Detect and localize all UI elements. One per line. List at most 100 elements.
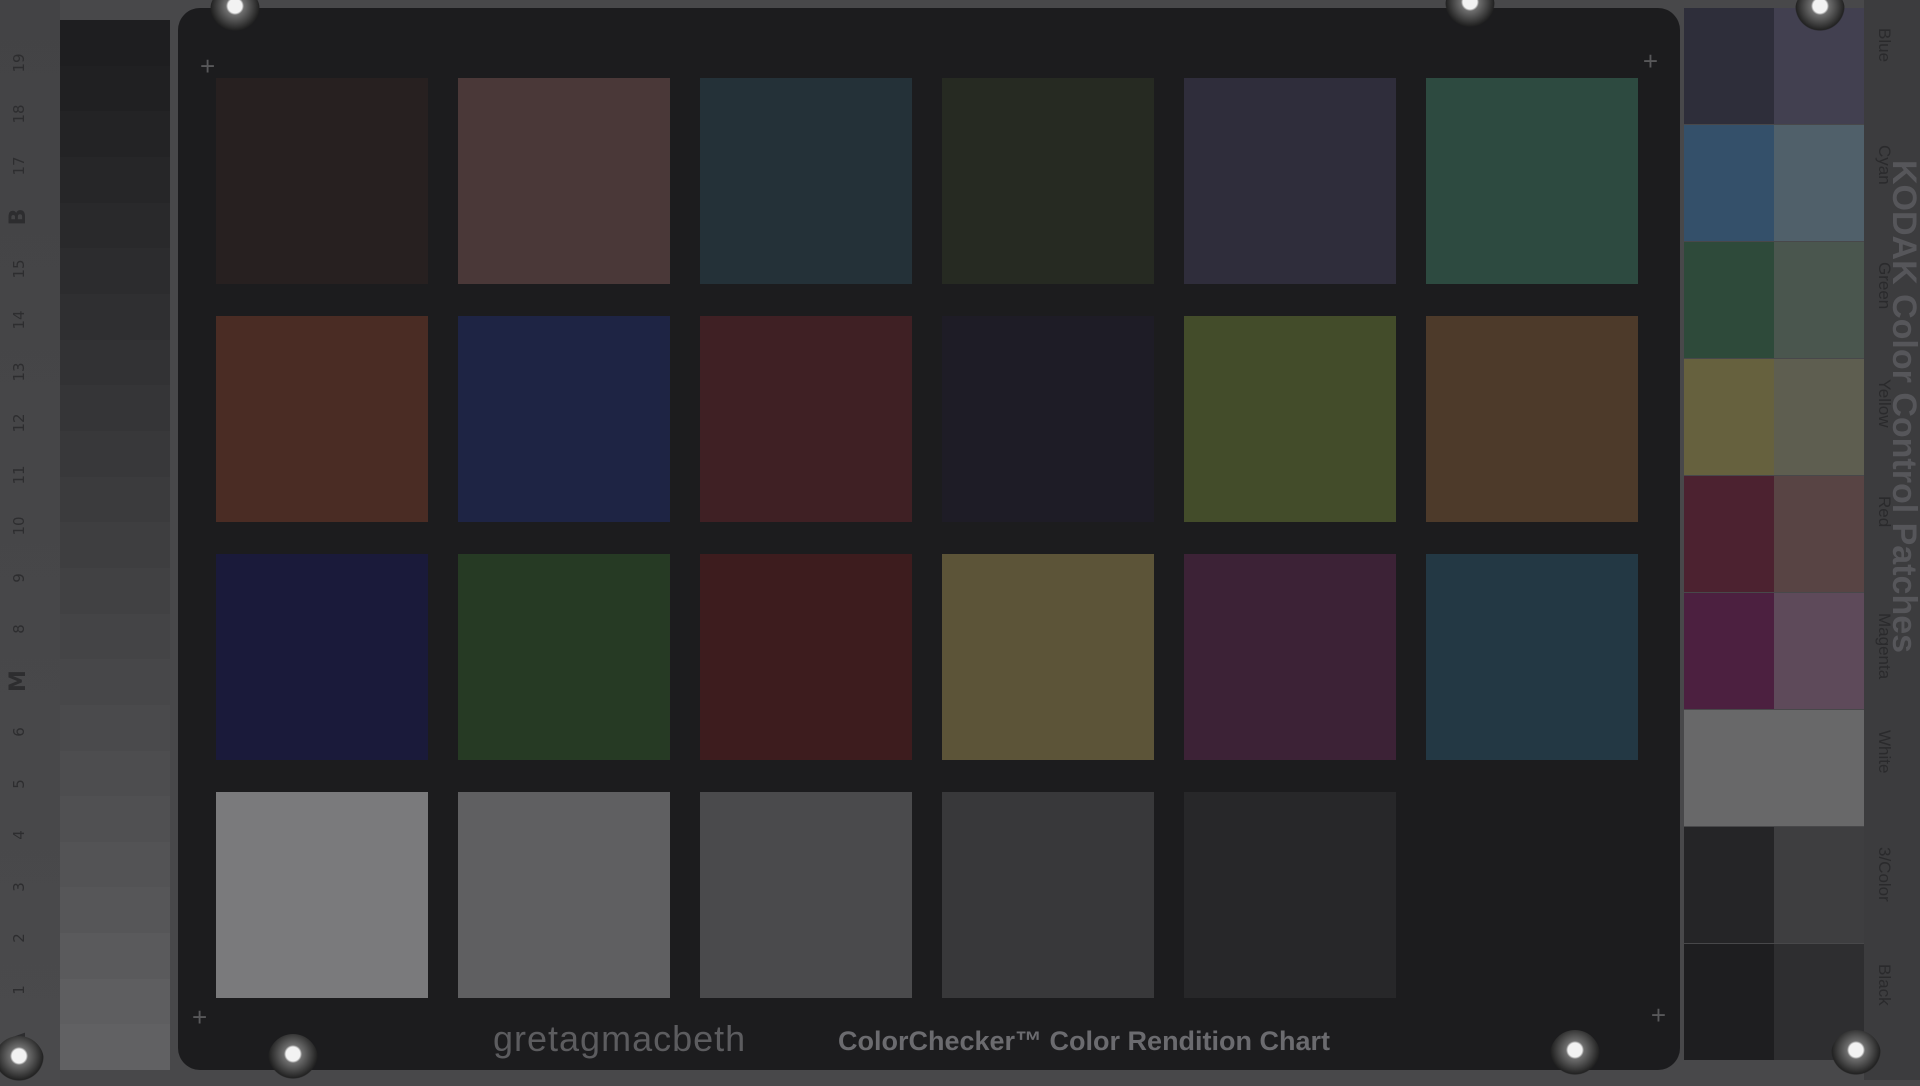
ruler-tick-label: 5 bbox=[10, 778, 28, 789]
gray-step bbox=[60, 750, 170, 797]
kodak-color-strip bbox=[1684, 8, 1864, 1064]
color-patch bbox=[1426, 316, 1638, 522]
ruler-tick-label: 9 bbox=[10, 572, 28, 583]
kodak-patch bbox=[1684, 476, 1774, 592]
crosshair-icon: + bbox=[1642, 46, 1658, 76]
gray-step bbox=[60, 476, 170, 523]
color-patch bbox=[458, 554, 670, 760]
color-patch bbox=[1184, 316, 1396, 522]
gray-step bbox=[60, 841, 170, 888]
color-patch bbox=[1184, 792, 1396, 998]
kodak-patch bbox=[1774, 710, 1864, 826]
ruler-tick-label: 12 bbox=[10, 413, 28, 433]
color-patch bbox=[458, 316, 670, 522]
gray-step bbox=[60, 613, 170, 660]
ruler-tick-label: 18 bbox=[10, 104, 28, 124]
kodak-patch bbox=[1684, 593, 1774, 709]
kodak-patch bbox=[1684, 125, 1774, 241]
color-patch bbox=[942, 792, 1154, 998]
ruler-tick-label: 19 bbox=[10, 52, 28, 73]
ruler-tick-label: 2 bbox=[10, 933, 28, 943]
color-patch bbox=[1426, 554, 1638, 760]
kodak-patch bbox=[1684, 944, 1774, 1060]
gray-step bbox=[60, 887, 170, 934]
gray-step bbox=[60, 156, 170, 203]
gray-step bbox=[60, 1024, 170, 1071]
crosshair-icon: + bbox=[1650, 1000, 1666, 1030]
ruler-tick-label: 15 bbox=[10, 258, 28, 279]
kodak-patch bbox=[1774, 125, 1864, 241]
gray-step bbox=[60, 248, 170, 294]
kodak-patch-label: 3/Color bbox=[1875, 847, 1894, 902]
gray-step bbox=[60, 978, 170, 1025]
gray-step bbox=[60, 522, 170, 568]
color-patch bbox=[942, 78, 1154, 284]
kodak-title: KODAK Color Control Patches bbox=[1885, 160, 1920, 654]
chart-title: ColorChecker™ Color Rendition Chart bbox=[838, 1026, 1331, 1056]
ruler-tick-label: B bbox=[6, 208, 31, 226]
gray-step bbox=[60, 704, 170, 751]
ruler-strip: A123456M89101112131415B171819 bbox=[0, 0, 60, 1080]
kodak-patch-label: Black bbox=[1875, 964, 1894, 1006]
stud-icon bbox=[1831, 1030, 1881, 1080]
kodak-patch bbox=[1774, 593, 1864, 709]
color-patch bbox=[458, 78, 670, 284]
ruler-tick-label: 1 bbox=[10, 984, 28, 995]
color-patch bbox=[700, 78, 912, 284]
ruler-tick-label: M bbox=[6, 669, 31, 692]
kodak-patch bbox=[1684, 242, 1774, 358]
ruler-tick-label: 10 bbox=[10, 516, 28, 536]
gray-step bbox=[60, 65, 170, 112]
gray-step bbox=[60, 567, 170, 614]
color-patch bbox=[942, 316, 1154, 522]
color-patch bbox=[216, 316, 428, 522]
color-patch bbox=[1426, 78, 1638, 284]
kodak-patch bbox=[1774, 827, 1864, 943]
color-patch bbox=[1426, 792, 1638, 998]
kodak-patch bbox=[1684, 359, 1774, 475]
gray-step bbox=[60, 293, 170, 340]
gray-step bbox=[60, 111, 170, 157]
crosshair-icon: + bbox=[200, 51, 216, 81]
color-patch bbox=[942, 554, 1154, 760]
color-patch bbox=[1184, 78, 1396, 284]
gray-step bbox=[60, 796, 170, 842]
colorchecker-card: + + + + gretagmacbeth ColorChecker™ Colo… bbox=[178, 8, 1680, 1070]
ruler-tick-label: 11 bbox=[10, 464, 28, 485]
gray-step bbox=[60, 933, 170, 979]
ruler-tick-label: 6 bbox=[10, 727, 28, 737]
ruler-tick-label: 14 bbox=[10, 310, 28, 330]
stud-icon bbox=[1550, 1030, 1600, 1080]
brand-name: gretagmacbeth bbox=[493, 1018, 747, 1059]
kodak-patch bbox=[1684, 710, 1774, 826]
color-patch bbox=[216, 554, 428, 760]
ruler-tick-label: 3 bbox=[10, 881, 28, 892]
ruler-tick-label: 13 bbox=[10, 361, 28, 382]
kodak-patch bbox=[1774, 242, 1864, 358]
ruler-tick-label: 17 bbox=[10, 155, 28, 176]
kodak-patch-label: Blue bbox=[1875, 28, 1894, 63]
color-patch bbox=[1184, 554, 1396, 760]
gray-step bbox=[60, 430, 170, 477]
gray-step bbox=[60, 20, 170, 66]
gray-step bbox=[60, 385, 170, 431]
gray-step bbox=[60, 202, 170, 249]
gray-step bbox=[60, 339, 170, 386]
color-patch bbox=[700, 792, 912, 998]
ruler-tick-label: 4 bbox=[10, 830, 28, 840]
kodak-patch bbox=[1684, 8, 1774, 124]
color-patch bbox=[458, 792, 670, 998]
gray-scale-strip bbox=[60, 20, 170, 1071]
color-patch bbox=[700, 554, 912, 760]
color-patch bbox=[700, 316, 912, 522]
kodak-patch bbox=[1774, 476, 1864, 592]
kodak-patch-label: White bbox=[1875, 730, 1894, 774]
color-patch bbox=[216, 78, 428, 284]
kodak-patch bbox=[1684, 827, 1774, 943]
ruler-tick-label: 8 bbox=[10, 624, 28, 634]
kodak-patch bbox=[1774, 359, 1864, 475]
color-patch bbox=[216, 792, 428, 998]
gray-step bbox=[60, 659, 170, 705]
stud-icon bbox=[268, 1034, 318, 1084]
crosshair-icon: + bbox=[192, 1002, 208, 1032]
